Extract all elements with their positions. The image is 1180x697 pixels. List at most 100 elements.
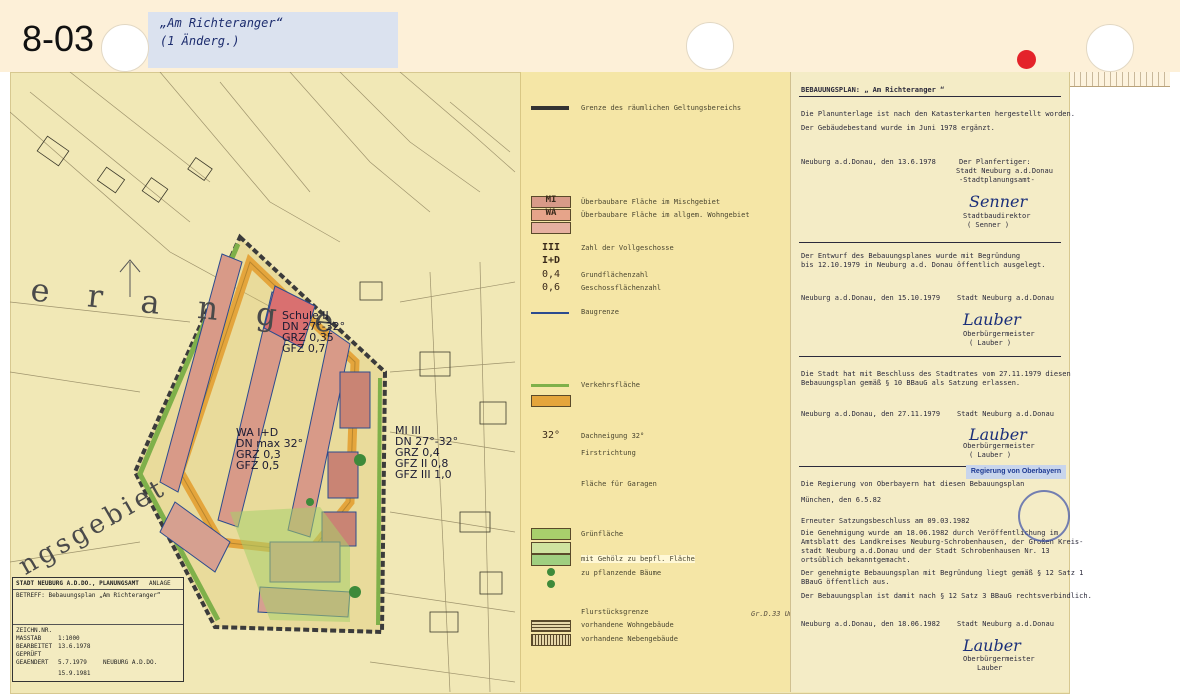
legend-row: vorhandene Wohngebäude [581,621,674,629]
title-block-row-label: MASSTAB [16,635,42,642]
green-area-symbol [531,528,571,540]
title-block-place: NEUBURG A.D.DO. [103,659,158,666]
zone-school: Schule II DN 27°-32° GRZ 0,35 GFZ 0,7 [282,310,345,354]
zone-wa: WA I+D DN max 32° GRZ 0,3 GFZ 0,5 [236,427,303,471]
government-stamp-text: Regierung von Oberbayern [970,468,1062,475]
legend-row: Dachneigung 32° [581,432,645,440]
legend-row: Grünfläche [581,530,624,538]
existing-outbuilding-symbol [531,634,571,646]
legend-row: Verkehrsfläche [581,381,641,389]
zone-school-line-4: GFZ 0,7 [282,342,326,355]
grz-symbol: 0,4 [541,269,561,280]
procedure-city: Stadt Neuburg a.d.Donau [957,294,1054,302]
legend-row: zu pflanzende Bäume [581,569,662,577]
legend-row: Überbaubare Fläche im allgem. Wohngebiet [581,211,750,219]
procedure-panel: BEBAUUNGSPLAN: „ Am Richteranger “ Die P… [790,72,1092,692]
storeys-symbol: III [541,242,561,253]
procedure-city: Stadt Neuburg a.d.Donau [957,410,1054,418]
legend-row: vorhandene Nebengebäude [581,635,678,643]
punch-hole-middle [686,22,734,70]
title-block-row-label: GEAENDERT [16,659,49,666]
punch-hole-left [101,24,149,72]
legend-row: Grundflächenzahl [581,271,649,279]
title-block-office: STADT NEUBURG A.D.DO., PLANUNGSAMT [16,580,139,587]
title-block-row-label: GEPRÜFT [16,651,42,658]
planner-role: Stadtbaudirektor [963,212,1031,220]
mayor-name: ( Lauber ) [969,451,1012,459]
title-block-row-label: BEARBEITET [16,643,53,650]
procedure-place: München, den 6.5.82 [801,496,882,504]
mayor-name: Lauber [977,664,1003,672]
gfz-symbol: 0,6 [541,282,561,293]
sheet-id: 8-03 [22,18,95,59]
title-block-row-value: 5.7.1979 [58,659,87,666]
procedure-text: bis 12.10.1979 in Neuburg a.d. Donau öff… [801,261,1046,269]
school-symbol [531,222,571,234]
title-block-row-label: ZEICHN.NR. [16,627,53,634]
zone-mi-line-5: GFZ III 1,0 [395,468,452,481]
procedure-text: ortsüblich bekanntgemacht. [801,556,911,564]
tag-line-1: „Am Richteranger“ [160,16,283,30]
zone-mi: MI III DN 27°-32° GRZ 0,4 GFZ II 0,8 GFZ… [395,425,458,480]
mayor-signature: Lauber [963,636,1021,655]
legend-row: Zahl der Vollgeschosse [581,244,674,252]
legend-row: Flurstücksgrenze [581,608,649,616]
scale-ruler [1068,72,1170,87]
procedure-text: stadt Neuburg a.d.Donau und der Stadt Sc… [801,547,1050,555]
title-block-divider [13,624,183,625]
tree-symbol [547,568,555,576]
angle-symbol: 32° [541,430,561,441]
sticky-label: „Am Richteranger“ (1 Änderg.) [148,12,398,68]
mayor-signature: Lauber [963,310,1021,329]
procedure-divider [799,96,1061,97]
title-block: STADT NEUBURG A.D.DO., PLANUNGSAMT ANLAG… [12,577,184,682]
planner-org: -Stadtplanungsamt- [959,176,1035,184]
procedure-place: Neuburg a.d.Donau, den 27.11.1979 [801,410,941,418]
road-symbol [531,395,571,407]
procedure-text: Die Regierung von Oberbayern hat diesen … [801,480,1025,488]
punch-hole-right [1086,24,1134,72]
building-line-symbol [531,312,569,314]
planner-org: Stadt Neuburg a.d.Donau [956,167,1053,175]
legend-row: Grenze des räumlichen Geltungsbereichs [581,104,742,112]
procedure-text: BBauG öffentlich aus. [801,578,890,586]
procedure-text: Bebauungsplan gemäß § 10 BBauG als Satzu… [801,379,1021,387]
legend-row: Firstrichtung [581,449,636,457]
official-seal [1018,490,1070,542]
title-block-attachment: ANLAGE [149,580,171,587]
mayor-title: Oberbürgermeister [963,655,1035,663]
legend-row: Fläche für Garagen [581,480,657,488]
procedure-title: BEBAUUNGSPLAN: „ Am Richteranger “ [801,86,945,94]
planting-symbol [531,554,571,566]
red-marker-dot [1017,50,1036,69]
mayor-title: Oberbürgermeister [963,442,1035,450]
legend-row: Überbaubare Fläche im Mischgebiet [581,198,721,206]
mi-symbol-label: MI [545,195,557,205]
legend-panel: Grenze des räumlichen Geltungsbereichs M… [520,72,818,692]
procedure-city: Stadt Neuburg a.d.Donau [957,620,1054,628]
title-block-subject: BETREFF: Bebauungsplan „Am Richteranger“ [16,592,161,599]
zone-wa-line-4: GFZ 0,5 [236,459,280,472]
procedure-text: Der Bebauungsplan ist damit nach § 12 Sa… [801,592,1092,600]
planner-title: Der Planfertiger: [959,158,1031,166]
procedure-text: Erneuter Satzungsbeschluss am 09.03.1982 [801,517,970,525]
procedure-place: Neuburg a.d.Donau, den 18.06.1982 [801,620,941,628]
procedure-text: Der Entwurf des Bebauungsplanes wurde mi… [801,252,1021,260]
boundary-symbol [531,106,569,110]
title-block-row-value: 1:1000 [58,635,80,642]
procedure-text: Der Gebäudebestand wurde im Juni 1978 er… [801,124,995,132]
procedure-divider [799,242,1061,243]
legend-row: mit Gehölz zu bepfl. Fläche [581,555,695,563]
legend-row: Geschossflächenzahl [581,284,662,292]
government-stamp: Regierung von Oberbayern [966,465,1066,479]
procedure-place: Neuburg a.d.Donau, den 15.10.1979 [801,294,941,302]
existing-building-symbol [531,620,571,632]
procedure-text: Die Planunterlage ist nach den Katasterk… [801,110,1075,118]
mayor-title: Oberbürgermeister [963,330,1035,338]
traffic-area-symbol [531,384,569,387]
planner-signature: Senner [969,192,1028,211]
procedure-text: Die Genehmigung wurde am 18.06.1982 durc… [801,529,1059,537]
storeys-symbol-2: I+D [541,255,561,266]
title-block-divider [13,589,183,590]
tree-symbol [547,580,555,588]
